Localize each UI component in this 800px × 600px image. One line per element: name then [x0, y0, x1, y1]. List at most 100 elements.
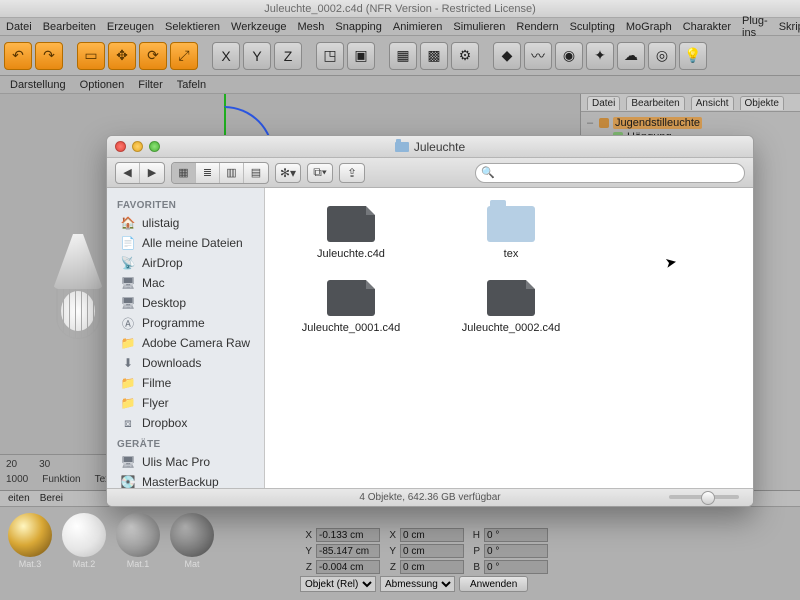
disclosure-icon[interactable]: – [585, 117, 595, 129]
action-menu-icon[interactable]: ✻▾ [275, 163, 301, 183]
sidebar-item[interactable]: 📄Alle meine Dateien [107, 233, 264, 253]
generator-icon[interactable]: ◉ [555, 42, 583, 70]
coord-y[interactable] [316, 544, 380, 558]
timeline-mode[interactable]: Funktion [42, 474, 80, 485]
coverflow-view-button[interactable]: ▤ [244, 163, 268, 183]
panel-tab[interactable]: Datei [587, 96, 620, 110]
menu-item[interactable]: Skript [779, 21, 800, 33]
file-item[interactable]: Juleuchte_0001.c4d [291, 280, 411, 334]
finder-titlebar[interactable]: Juleuchte [107, 136, 753, 158]
sidebar-item[interactable]: ⬇Downloads [107, 353, 264, 373]
search-input[interactable] [475, 163, 745, 183]
size-y[interactable] [400, 544, 464, 558]
menu-item[interactable]: Plug-ins [742, 15, 768, 39]
axis-y-icon[interactable]: Y [243, 42, 271, 70]
rot-b[interactable] [484, 560, 548, 574]
cube-icon[interactable]: ▣ [347, 42, 375, 70]
view-tab[interactable]: Optionen [80, 79, 125, 91]
menu-item[interactable]: Sculpting [570, 21, 615, 33]
tab-label[interactable]: Berei [40, 493, 63, 504]
back-button[interactable]: ◀ [116, 163, 140, 183]
menu-item[interactable]: Erzeugen [107, 21, 154, 33]
render-view-icon[interactable]: ▦ [389, 42, 417, 70]
icon-size-slider[interactable] [669, 495, 739, 499]
rotate-tool-icon[interactable]: ⟳ [139, 42, 167, 70]
menu-item[interactable]: Werkzeuge [231, 21, 286, 33]
axis-x-icon[interactable]: X [212, 42, 240, 70]
sidebar-item[interactable]: ⧈Dropbox [107, 413, 264, 433]
spline-icon[interactable]: 〰 [524, 42, 552, 70]
coord-mode-select[interactable]: Objekt (Rel) [300, 576, 376, 592]
render-settings-icon[interactable]: ⚙ [451, 42, 479, 70]
dropbox-menu-icon[interactable]: ⧉▾ [307, 163, 333, 183]
size-z[interactable] [400, 560, 464, 574]
deformer-icon[interactable]: ✦ [586, 42, 614, 70]
panel-tab[interactable]: Bearbeiten [626, 96, 684, 110]
sidebar-item[interactable]: 💽MasterBackup [107, 472, 264, 488]
sidebar-item-label: Ulis Mac Pro [142, 455, 210, 469]
forward-button[interactable]: ▶ [140, 163, 164, 183]
material-swatch[interactable]: Mat.3 [6, 513, 54, 569]
material-swatch[interactable]: Mat.1 [114, 513, 162, 569]
finder-content[interactable]: Juleuchte.c4d tex Juleuchte_0001.c4d Juleuc… [265, 188, 753, 488]
sidebar-item[interactable]: 📁Flyer [107, 393, 264, 413]
menu-item[interactable]: MoGraph [626, 21, 672, 33]
sidebar-item[interactable]: ⒶProgramme [107, 313, 264, 333]
menu-item[interactable]: Charakter [683, 21, 731, 33]
icon-view-button[interactable]: ▦ [172, 163, 196, 183]
size-x[interactable] [400, 528, 464, 542]
panel-tab[interactable]: Ansicht [691, 96, 734, 110]
menu-item[interactable]: Mesh [297, 21, 324, 33]
list-view-button[interactable]: ≣ [196, 163, 220, 183]
scale-tool-icon[interactable]: ⤢ [170, 42, 198, 70]
material-swatch[interactable]: Mat.2 [60, 513, 108, 569]
view-tab[interactable]: Darstellung [10, 79, 66, 91]
rot-p[interactable] [484, 544, 548, 558]
file-item[interactable]: Juleuchte_0002.c4d [451, 280, 571, 334]
all-icon: 📄 [121, 237, 135, 249]
file-item[interactable]: tex [451, 206, 571, 260]
sidebar-item[interactable]: 🏠ulistaig [107, 213, 264, 233]
panel-tab[interactable]: Objekte [740, 96, 784, 110]
undo-icon[interactable]: ↶ [4, 42, 32, 70]
render-pv-icon[interactable]: ▩ [420, 42, 448, 70]
share-menu-icon[interactable]: ⇪ [339, 163, 365, 183]
environment-icon[interactable]: ☁ [617, 42, 645, 70]
light-icon[interactable]: 💡 [679, 42, 707, 70]
tab-label[interactable]: eiten [8, 493, 30, 504]
coord-x[interactable] [316, 528, 380, 542]
coord-z[interactable] [316, 560, 380, 574]
primitive-cube-icon[interactable]: ◆ [493, 42, 521, 70]
move-tool-icon[interactable]: ✥ [108, 42, 136, 70]
view-tab[interactable]: Tafeln [177, 79, 206, 91]
column-view-button[interactable]: ▥ [220, 163, 244, 183]
sidebar-item[interactable]: 📁Filme [107, 373, 264, 393]
menu-item[interactable]: Datei [6, 21, 32, 33]
sidebar-item[interactable]: 📁Adobe Camera Raw [107, 333, 264, 353]
rot-h[interactable] [484, 528, 548, 542]
sidebar-item[interactable]: 🖥Ulis Mac Pro [107, 452, 264, 472]
menu-item[interactable]: Snapping [335, 21, 382, 33]
main-menubar: Datei Bearbeiten Erzeugen Selektieren We… [0, 18, 800, 36]
select-tool-icon[interactable]: ▭ [77, 42, 105, 70]
menu-item[interactable]: Selektieren [165, 21, 220, 33]
coord-sys-icon[interactable]: ◳ [316, 42, 344, 70]
camera-icon[interactable]: ◎ [648, 42, 676, 70]
menu-item[interactable]: Bearbeiten [43, 21, 96, 33]
sidebar-item[interactable]: 🖥Mac [107, 273, 264, 293]
menu-item[interactable]: Animieren [393, 21, 443, 33]
menu-item[interactable]: Rendern [516, 21, 558, 33]
material-swatch[interactable]: Mat [168, 513, 216, 569]
apply-button[interactable]: Anwenden [459, 576, 528, 592]
material-preview-icon [116, 513, 160, 557]
size-mode-select[interactable]: Abmessung [380, 576, 455, 592]
view-tab[interactable]: Filter [138, 79, 162, 91]
file-item[interactable]: Juleuchte.c4d [291, 206, 411, 260]
sidebar-item-label: Dropbox [142, 416, 187, 430]
tree-row[interactable]: –Jugendstilleuchte [585, 116, 796, 130]
sidebar-item[interactable]: 📡AirDrop [107, 253, 264, 273]
redo-icon[interactable]: ↷ [35, 42, 63, 70]
sidebar-item[interactable]: 🖥Desktop [107, 293, 264, 313]
menu-item[interactable]: Simulieren [453, 21, 505, 33]
axis-z-icon[interactable]: Z [274, 42, 302, 70]
